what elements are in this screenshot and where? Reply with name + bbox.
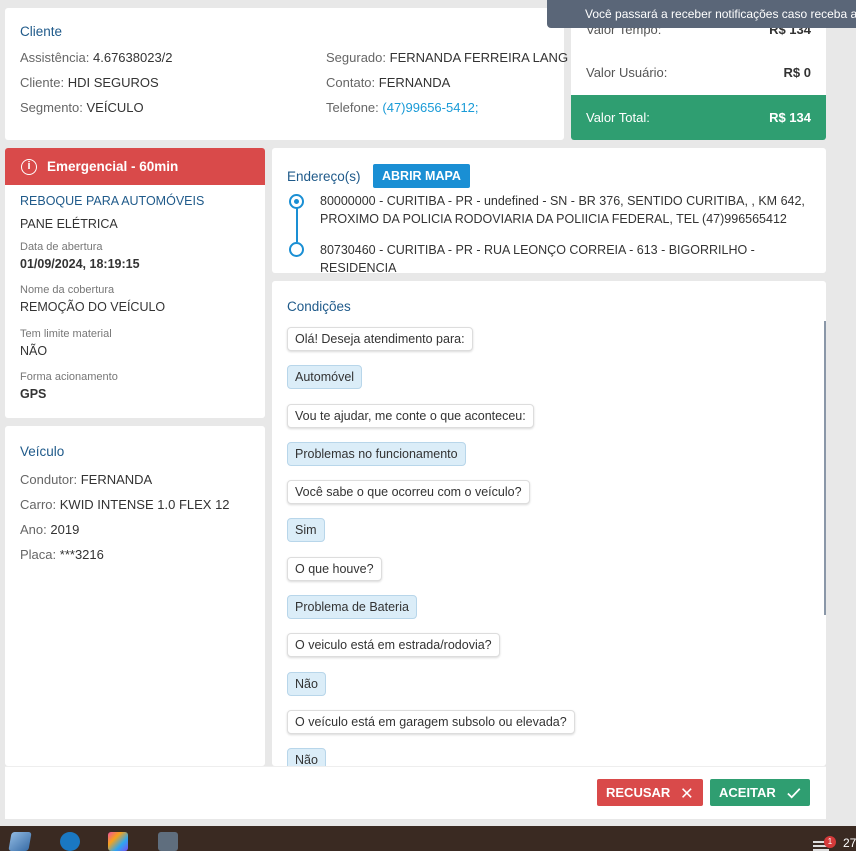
notification-badge: 1: [824, 836, 836, 848]
placa-label: Placa:: [20, 547, 57, 562]
assistencia-row: Assistência: 4.67638023/2: [20, 50, 173, 65]
telefone-label: Telefone:: [326, 100, 379, 115]
valor-usuario-row: Valor Usuário: R$ 0: [586, 65, 811, 80]
segurado-row: Segurado: FERNANDA FERREIRA LANG: [326, 50, 568, 65]
chat-answer: Problemas no funcionamento: [287, 441, 466, 466]
valor-usuario-label: Valor Usuário:: [586, 65, 668, 80]
clock[interactable]: 27: [843, 836, 856, 850]
valor-total-row: Valor Total: R$ 134: [586, 110, 811, 125]
origin-address: 80000000 - CURITIBA - PR - undefined - S…: [320, 194, 805, 226]
veiculo-card: Veículo Condutor: FERNANDA Carro: KWID I…: [5, 426, 265, 766]
contato-label: Contato:: [326, 75, 376, 90]
emergency-banner: i Emergencial - 60min: [5, 148, 265, 185]
placa-value: ***3216: [59, 547, 104, 562]
chat-question: O que houve?: [287, 556, 382, 581]
origin-marker-icon: [289, 194, 304, 209]
placa-row: Placa: ***3216: [20, 547, 104, 562]
cliente-value: HDI SEGUROS: [67, 75, 159, 90]
cliente-title: Cliente: [20, 24, 63, 39]
chat-question: O veiculo está em estrada/rodovia?: [287, 633, 500, 658]
chat-thread: Olá! Deseja atendimento para: Automóvel …: [287, 327, 575, 766]
chat-answer: Não: [287, 748, 326, 766]
service-type: REBOQUE PARA AUTOMÓVEIS: [20, 194, 205, 208]
abertura-value: 01/09/2024, 18:19:15: [20, 257, 140, 271]
condutor-label: Condutor:: [20, 472, 78, 487]
limite-label: Tem limite material: [20, 328, 112, 340]
chat-answer: Não: [287, 671, 326, 696]
veiculo-title: Veículo: [20, 444, 65, 459]
action-footer: RECUSAR ACEITAR: [5, 766, 826, 819]
segurado-label: Segurado:: [326, 50, 386, 65]
condutor-row: Condutor: FERNANDA: [20, 472, 152, 487]
ano-value: 2019: [50, 522, 80, 537]
ano-row: Ano: 2019: [20, 522, 79, 537]
assistencia-label: Assistência:: [20, 50, 90, 65]
segurado-value: FERNANDA FERREIRA LANG: [389, 50, 569, 65]
cobertura-value: REMOÇÃO DO VEÍCULO: [20, 300, 166, 314]
valor-total-bar: Valor Total: R$ 134: [571, 95, 826, 140]
refuse-button-label: RECUSAR: [606, 785, 671, 800]
scrollbar[interactable]: [824, 321, 826, 615]
phone-app-icon[interactable]: [60, 832, 80, 851]
calculator-icon[interactable]: [158, 832, 178, 851]
segmento-value: VEÍCULO: [86, 100, 144, 115]
alert-icon: i: [21, 158, 37, 175]
chat-answer: Automóvel: [287, 365, 363, 390]
cliente-row: Cliente: HDI SEGUROS: [20, 75, 159, 90]
telefone-row: Telefone: (47)99656-5412;: [326, 100, 479, 115]
carro-row: Carro: KWID INTENSE 1.0 FLEX 12: [20, 497, 230, 512]
accept-button-label: ACEITAR: [719, 785, 776, 800]
carro-value: KWID INTENSE 1.0 FLEX 12: [59, 497, 230, 512]
copilot-icon[interactable]: [108, 832, 128, 851]
telefone-link[interactable]: (47)99656-5412;: [382, 100, 478, 115]
valor-total-value: R$ 134: [769, 110, 811, 125]
endereco-card: Endereço(s) ABRIR MAPA 80000000 - CURITI…: [272, 148, 826, 275]
check-icon: [787, 787, 801, 798]
cliente-card: Cliente Assistência: 4.67638023/2 Client…: [5, 8, 568, 140]
abertura-label: Data de abertura: [20, 241, 103, 253]
condicoes-title: Condições: [287, 299, 351, 314]
acionamento-label: Forma acionamento: [20, 371, 118, 383]
destination-marker-icon: [289, 242, 304, 257]
chat-answer: Sim: [287, 518, 325, 543]
servico-card: i Emergencial - 60min REBOQUE PARA AUTOM…: [5, 148, 265, 418]
valor-total-label: Valor Total:: [586, 110, 650, 125]
condicoes-card: Condições Olá! Deseja atendimento para: …: [272, 281, 826, 766]
endereco-title: Endereço(s): [287, 169, 361, 184]
accept-button[interactable]: ACEITAR: [710, 779, 810, 806]
close-icon: [682, 787, 692, 798]
contato-row: Contato: FERNANDA: [326, 75, 450, 90]
limite-value: NÃO: [20, 344, 48, 358]
notification-text: Você passará a receber notificações caso…: [585, 7, 856, 21]
service-problem: PANE ELÉTRICA: [20, 217, 118, 231]
chat-question: Vou te ajudar, me conte o que aconteceu:: [287, 403, 534, 428]
condutor-value: FERNANDA: [80, 472, 153, 487]
taskbar: 1 27: [0, 826, 856, 851]
emergency-banner-text: Emergencial - 60min: [47, 159, 179, 174]
segmento-label: Segmento:: [20, 100, 83, 115]
carro-label: Carro:: [20, 497, 57, 512]
chat-question: Olá! Deseja atendimento para:: [287, 327, 473, 351]
notification-toast[interactable]: Você passará a receber notificações caso…: [547, 0, 856, 28]
acionamento-value: GPS: [20, 387, 47, 401]
valor-usuario-value: R$ 0: [783, 65, 811, 80]
contato-value: FERNANDA: [378, 75, 451, 90]
chat-question: Você sabe o que ocorreu com o veículo?: [287, 480, 530, 505]
chat-question: O veículo está em garagem subsolo ou ele…: [287, 709, 575, 734]
open-map-button[interactable]: ABRIR MAPA: [373, 164, 470, 188]
cobertura-label: Nome da cobertura: [20, 284, 115, 296]
file-explorer-icon[interactable]: [8, 832, 32, 851]
cliente-label: Cliente:: [20, 75, 65, 90]
ano-label: Ano:: [20, 522, 47, 537]
segmento-row: Segmento: VEÍCULO: [20, 100, 144, 115]
refuse-button[interactable]: RECUSAR: [597, 779, 703, 806]
assistencia-value: 4.67638023/2: [93, 50, 173, 65]
destination-address: 80730460 - CURITIBA - PR - RUA LEONÇO CO…: [320, 243, 755, 275]
route-line: [296, 208, 298, 242]
chat-answer: Problema de Bateria: [287, 595, 417, 620]
